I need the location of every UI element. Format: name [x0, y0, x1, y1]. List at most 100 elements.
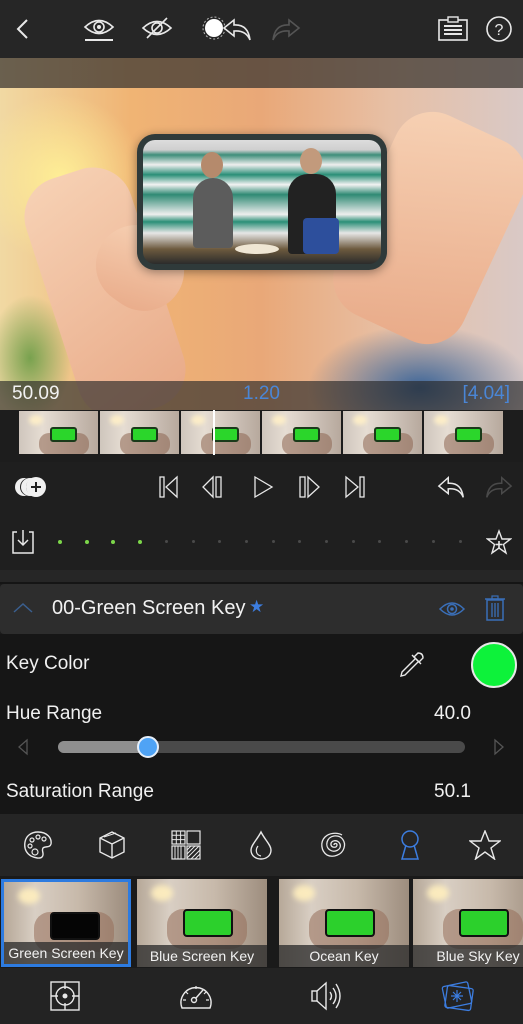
keyframe-dot[interactable] [164, 540, 168, 543]
slider-fill [58, 741, 148, 753]
person-left [193, 178, 233, 248]
collapse-chevron-icon[interactable] [12, 602, 34, 614]
visibility-eye-icon[interactable] [438, 599, 466, 619]
video-preview[interactable] [0, 58, 523, 410]
skip-to-end-icon[interactable] [340, 472, 370, 502]
water-drop-icon[interactable] [244, 828, 278, 862]
eyedropper-icon[interactable] [398, 650, 426, 678]
keyframe-dot[interactable] [191, 540, 195, 543]
person-left-head [201, 152, 223, 178]
step-back-icon[interactable] [198, 472, 228, 502]
effect-title: 00-Green Screen Key [52, 597, 246, 619]
keyframe-dot[interactable] [458, 540, 462, 543]
add-favorite-star-icon[interactable] [486, 529, 512, 555]
keyframe-dot[interactable] [111, 540, 116, 544]
saturation-range-label: Saturation Range [6, 781, 154, 802]
hue-range-label: Hue Range [6, 703, 103, 724]
keyframe-dot[interactable] [298, 540, 302, 543]
key-color-label: Key Color [6, 653, 90, 674]
keyframe-dot[interactable] [405, 540, 409, 543]
add-layer-icon[interactable] [14, 472, 50, 502]
keyframe-row [0, 512, 523, 570]
film-frame [343, 411, 422, 454]
skip-to-start-icon[interactable] [154, 472, 184, 502]
effects-icon[interactable] [439, 978, 475, 1014]
slider-thumb[interactable] [136, 736, 159, 758]
preset-label: Blue Screen Key [137, 945, 267, 967]
keyframe-dot[interactable] [84, 540, 89, 544]
keyhole-icon[interactable] [393, 828, 427, 862]
show-original-eye-icon[interactable] [82, 12, 116, 46]
audio-speaker-icon[interactable] [309, 978, 345, 1014]
delete-trash-icon[interactable] [484, 595, 506, 621]
film-frame [19, 411, 98, 454]
preset-strip: Green Screen Key Blue Screen Key Ocean K… [0, 876, 523, 968]
preview-top-shade [0, 58, 523, 88]
bottom-navigation [0, 968, 523, 1024]
transport-controls [0, 462, 523, 512]
keyframe-dot[interactable] [378, 540, 382, 543]
color-palette-icon[interactable] [21, 828, 55, 862]
preset-blue-screen-key[interactable]: Blue Screen Key [137, 879, 267, 967]
preset-label: Green Screen Key [4, 942, 128, 964]
film-frame [262, 411, 341, 454]
preset-green-screen-key[interactable]: Green Screen Key [1, 879, 131, 967]
keyframe-dot[interactable] [351, 540, 355, 543]
effect-category-bar [0, 814, 523, 876]
hide-original-eye-icon[interactable] [140, 12, 174, 46]
saturation-range-value: 50.1 [434, 781, 471, 802]
apron [303, 218, 339, 254]
film-frame [100, 411, 179, 454]
keyframe-dot[interactable] [325, 540, 328, 543]
preset-label: Ocean Key [279, 945, 409, 967]
play-icon[interactable] [248, 472, 278, 502]
step-forward-icon[interactable] [294, 472, 324, 502]
import-icon[interactable] [11, 529, 35, 555]
keyframe-dot[interactable] [244, 540, 248, 543]
preset-blue-sky-key[interactable]: Blue Sky Key [413, 879, 523, 967]
timecode-bar: 50.09 1.20 [4.04] [0, 381, 523, 410]
clipboard-icon[interactable] [436, 12, 470, 46]
duration: [4.04] [462, 383, 510, 404]
film-frame [424, 411, 503, 454]
current-time: 1.20 [243, 383, 280, 404]
keyframe-dot[interactable] [218, 540, 222, 543]
favorites-star-icon[interactable] [468, 828, 502, 862]
speed-gauge-icon[interactable] [178, 978, 214, 1014]
keyframe-dot[interactable] [138, 540, 143, 544]
kitchen-scene [143, 140, 381, 264]
keyframe-dot[interactable] [431, 540, 435, 543]
help-icon[interactable]: ? [482, 12, 516, 46]
undo-icon[interactable] [437, 472, 467, 502]
increment-arrow-icon[interactable] [493, 738, 505, 756]
start-time: 50.09 [12, 383, 60, 404]
3d-cube-icon[interactable] [95, 828, 129, 862]
panel-separator [0, 570, 523, 584]
top-toolbar: ? [0, 0, 523, 58]
preset-label: Blue Sky Key [413, 945, 523, 967]
film-frame [181, 411, 260, 454]
keyframe-dot[interactable] [271, 540, 275, 543]
effect-parameters: Key Color Hue Range 40.0 Saturation Rang… [0, 634, 523, 814]
redo-icon[interactable] [268, 12, 302, 46]
spiral-icon[interactable] [317, 828, 351, 862]
keyframe-dot[interactable] [58, 540, 62, 544]
texture-grid-icon[interactable] [169, 828, 203, 862]
filmstrip[interactable] [0, 410, 523, 462]
redo-icon[interactable] [483, 472, 513, 502]
preset-ocean-key[interactable]: Ocean Key [279, 879, 409, 967]
plate [235, 244, 279, 254]
person-right-head [300, 148, 322, 174]
back-icon[interactable] [6, 12, 40, 46]
playhead[interactable] [213, 410, 215, 455]
effect-header[interactable]: 00-Green Screen Key ★ [0, 584, 523, 634]
key-color-swatch[interactable] [471, 642, 517, 688]
mask-undo-icon[interactable] [200, 12, 256, 46]
hue-range-slider[interactable] [58, 736, 465, 758]
hue-range-value: 40.0 [434, 703, 471, 724]
decrement-arrow-icon[interactable] [17, 738, 29, 756]
svg-text:?: ? [495, 22, 504, 39]
favorite-marker-icon: ★ [249, 597, 265, 616]
crop-target-icon[interactable] [47, 978, 83, 1014]
phone-in-video [137, 134, 387, 270]
